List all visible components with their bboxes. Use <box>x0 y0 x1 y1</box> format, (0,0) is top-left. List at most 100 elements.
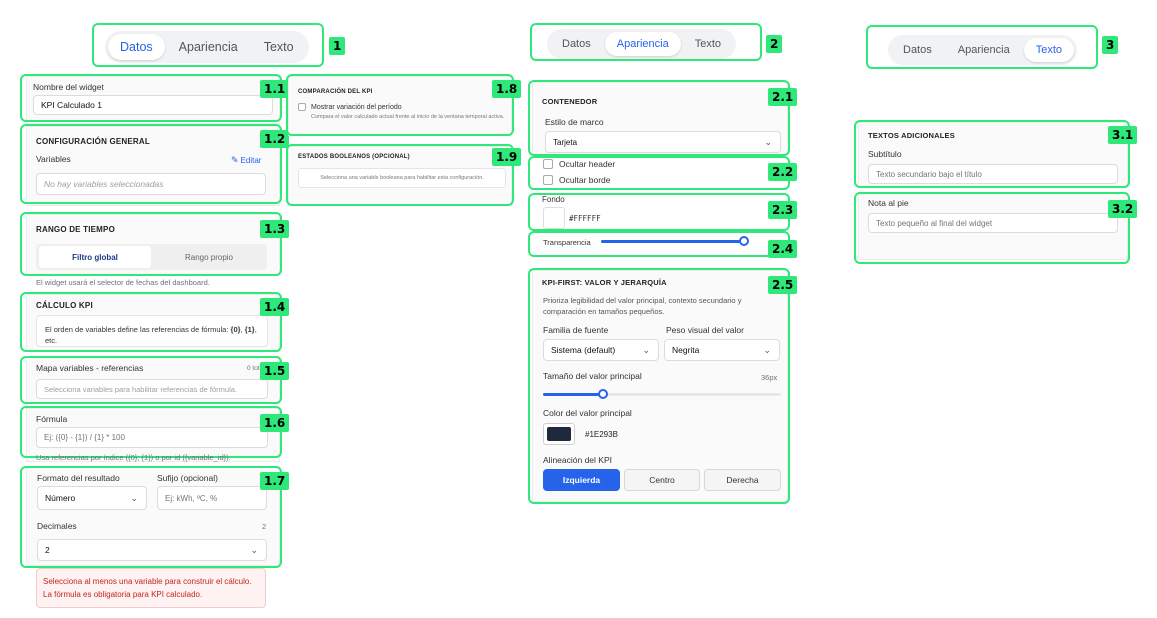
format-select[interactable]: Número ⌄ <box>37 486 147 510</box>
transparency-track[interactable] <box>601 236 749 246</box>
general-config-title: CONFIGURACIÓN GENERAL <box>36 137 150 146</box>
size-label: Tamaño del valor principal <box>543 371 642 381</box>
background-label: Fondo <box>542 195 565 204</box>
comparison-checkbox[interactable] <box>298 103 306 111</box>
badge-1-3: 1.3 <box>260 220 290 238</box>
hide-header-checkbox[interactable] <box>543 159 553 169</box>
badge-1-6: 1.6 <box>260 414 290 432</box>
time-range-global[interactable]: Filtro global <box>39 246 151 268</box>
background-swatch[interactable] <box>543 207 565 229</box>
format-select-value: Número <box>45 493 76 503</box>
size-fill <box>543 393 603 396</box>
panel1-tab-datos[interactable]: Datos <box>108 34 165 60</box>
error-no-variables: Selecciona al menos una variable para co… <box>43 577 252 586</box>
kpi-calc-ref-b: {1} <box>244 325 255 334</box>
suffix-input[interactable] <box>157 486 267 510</box>
panel3-tab-texto[interactable]: Texto <box>1023 38 1075 62</box>
time-range-title: RANGO DE TIEMPO <box>36 225 116 234</box>
badge-1-5: 1.5 <box>260 362 290 380</box>
kpi-calc-title: CÁLCULO KPI <box>36 301 93 310</box>
time-range-card: RANGO DE TIEMPO Filtro global Rango prop… <box>26 214 280 276</box>
align-right-button[interactable]: Derecha <box>704 469 781 491</box>
font-family-select[interactable]: Sistema (default) ⌄ <box>543 339 659 361</box>
panel2-tab-texto[interactable]: Texto <box>683 32 733 56</box>
var-map-card: Mapa variables - referencias 0 total Sel… <box>26 356 280 404</box>
hide-header-label: Ocultar header <box>559 159 616 169</box>
format-label: Formato del resultado <box>37 473 120 483</box>
time-range-own[interactable]: Rango propio <box>154 246 264 268</box>
decimals-count: 2 <box>262 522 267 531</box>
footnote-input[interactable] <box>868 213 1118 233</box>
value-color-hex: #1E293B <box>585 430 618 439</box>
badge-2: 2 <box>766 35 783 53</box>
hide-border-label: Ocultar borde <box>559 175 611 185</box>
subtitle-label: Subtítulo <box>868 149 902 159</box>
badge-1-9: 1.9 <box>492 148 522 166</box>
background-value: #FFFFFF <box>569 214 601 223</box>
edit-label: Editar <box>240 156 262 165</box>
comparison-description: Compara el valor calculado actual frente… <box>311 114 505 120</box>
error-formula-required: La fórmula es obligatoria para KPI calcu… <box>43 590 203 599</box>
chevron-down-icon: ⌄ <box>642 344 650 355</box>
badge-3: 3 <box>1102 36 1119 54</box>
chevron-down-icon: ⌄ <box>250 544 258 555</box>
frame-style-select[interactable]: Tarjeta ⌄ <box>545 131 781 153</box>
result-format-card: Formato del resultado Número ⌄ Sufijo (o… <box>26 466 280 566</box>
size-value: 36px <box>761 373 778 382</box>
size-thumb[interactable] <box>598 389 608 399</box>
badge-1-7: 1.7 <box>260 472 290 490</box>
kpi-calc-info: El orden de variables define las referen… <box>36 315 268 347</box>
badge-2-5: 2.5 <box>768 276 798 294</box>
subtitle-input[interactable] <box>868 164 1118 184</box>
badge-1-2: 1.2 <box>260 130 290 148</box>
panel3-tab-datos[interactable]: Datos <box>891 38 944 62</box>
badge-2-1: 2.1 <box>768 88 798 106</box>
formula-label: Fórmula <box>36 414 68 424</box>
weight-label: Peso visual del valor <box>666 325 744 335</box>
booleans-title: ESTADOS BOOLEANOS (OPCIONAL) <box>298 154 410 160</box>
variables-empty-field[interactable]: No hay variables seleccionadas <box>36 173 266 195</box>
panel1-tab-apariencia[interactable]: Apariencia <box>167 34 250 60</box>
value-color-swatch[interactable] <box>543 423 575 445</box>
widget-name-card: Nombre del widget KPI Calculado 1 <box>26 76 280 124</box>
kpi-calc-ref-a: {0} <box>230 325 241 334</box>
comparison-card: COMPARACIÓN DEL KPI Mostrar variación de… <box>288 76 512 136</box>
decimals-select[interactable]: 2 ⌄ <box>37 539 267 561</box>
chevron-down-icon: ⌄ <box>764 136 772 147</box>
extra-texts-title: TEXTOS ADICIONALES <box>868 131 955 140</box>
panel2-tab-datos[interactable]: Datos <box>550 32 603 56</box>
container-title: CONTENEDOR <box>542 97 598 106</box>
widget-name-input[interactable]: KPI Calculado 1 <box>33 95 273 115</box>
toggle-hide-border[interactable]: Ocultar borde <box>543 175 611 185</box>
panel1-tab-texto[interactable]: Texto <box>252 34 306 60</box>
toggle-hide-header[interactable]: Ocultar header <box>543 159 615 169</box>
transparency-fill <box>601 240 744 243</box>
panel3-tab-apariencia[interactable]: Apariencia <box>946 38 1022 62</box>
font-family-label: Familia de fuente <box>543 325 609 335</box>
pencil-icon: ✎ <box>231 155 239 165</box>
size-track[interactable] <box>543 389 781 399</box>
booleans-hint: Selecciona una variable booleana para ha… <box>298 168 506 188</box>
hide-border-checkbox[interactable] <box>543 175 553 185</box>
weight-select[interactable]: Negrita ⌄ <box>664 339 780 361</box>
var-map-label: Mapa variables - referencias <box>36 363 144 373</box>
kpi-first-description: Prioriza legibilidad del valor principal… <box>543 296 742 316</box>
value-color-label: Color del valor principal <box>543 408 632 418</box>
edit-variables-button[interactable]: ✎ Editar <box>231 155 261 166</box>
formula-input[interactable] <box>36 427 268 448</box>
panel1-tabbar: Datos Apariencia Texto <box>105 31 309 63</box>
footnote-label: Nota al pie <box>868 198 909 208</box>
general-config-card: CONFIGURACIÓN GENERAL Variables ✎ Editar… <box>26 126 280 206</box>
weight-value: Negrita <box>672 345 700 355</box>
value-color-fill <box>547 427 571 441</box>
comparison-toggle[interactable]: Mostrar variación del período <box>298 103 402 111</box>
transparency-thumb[interactable] <box>739 236 749 246</box>
align-center-button[interactable]: Centro <box>624 469 700 491</box>
panel2-tab-apariencia[interactable]: Apariencia <box>604 32 681 56</box>
kpi-calc-info-prefix: El orden de variables define las referen… <box>45 325 231 334</box>
badge-1-1: 1.1 <box>260 80 290 98</box>
align-left-button[interactable]: Izquierda <box>543 469 620 491</box>
time-range-hint: El widget usará el selector de fechas de… <box>36 278 210 287</box>
badge-3-1: 3.1 <box>1108 126 1138 144</box>
frame-style-value: Tarjeta <box>553 137 578 147</box>
